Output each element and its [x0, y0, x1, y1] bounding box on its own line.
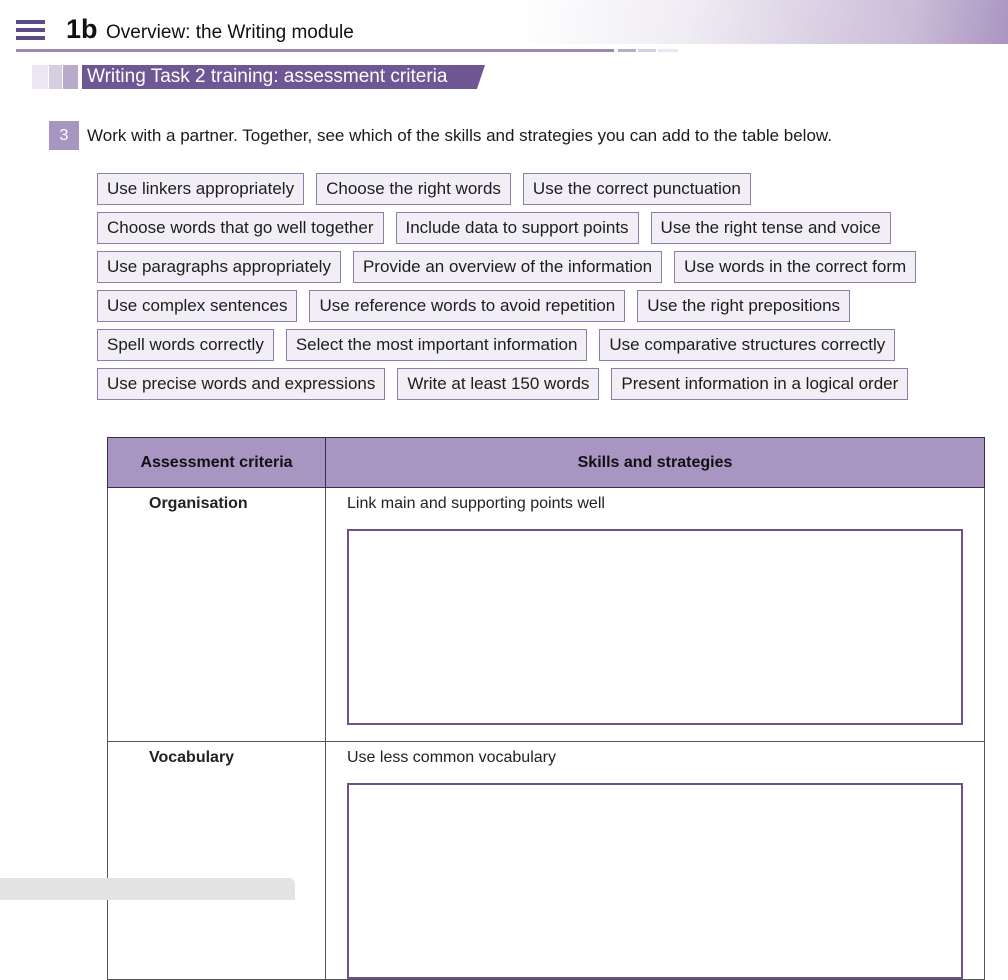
drop-zone-organisation[interactable] [347, 529, 963, 725]
unit-title: Overview: the Writing module [106, 22, 354, 43]
skills-cell: Link main and supporting points well [325, 487, 985, 742]
skill-chip[interactable]: Choose the right words [316, 173, 511, 205]
column-header-criteria: Assessment criteria [107, 437, 326, 488]
example-skill: Use less common vocabulary [347, 749, 556, 766]
drop-zone-vocabulary[interactable] [347, 783, 963, 979]
skill-chip[interactable]: Use linkers appropriately [97, 173, 305, 205]
skill-chip[interactable]: Use precise words and expressions [97, 368, 386, 400]
chip-row: Use complex sentences Use reference word… [97, 290, 851, 322]
header-rule [16, 49, 614, 52]
skill-chip[interactable]: Use reference words to avoid repetition [309, 290, 626, 322]
skill-chip[interactable]: Use the right prepositions [637, 290, 851, 322]
question-instruction: Work with a partner. Together, see which… [87, 126, 832, 145]
column-header-skills: Skills and strategies [325, 437, 985, 488]
table-header-row: Assessment criteria Skills and strategie… [107, 437, 985, 488]
header-rule-fade [618, 49, 636, 52]
table-row: Vocabulary Use less common vocabulary [107, 741, 985, 980]
skill-chip[interactable]: Include data to support points [395, 212, 639, 244]
section-title: Writing Task 2 training: assessment crit… [82, 65, 485, 89]
criterion-name: Organisation [149, 495, 248, 512]
skill-chip[interactable]: Use paragraphs appropriately [97, 251, 341, 283]
skill-chip[interactable]: Use words in the correct form [674, 251, 917, 283]
bottom-toolbar[interactable] [0, 878, 295, 900]
header-rule-fade [638, 49, 656, 52]
skill-chip[interactable]: Use the right tense and voice [650, 212, 891, 244]
skill-chip[interactable]: Write at least 150 words [397, 368, 600, 400]
skill-chip[interactable]: Use complex sentences [97, 290, 298, 322]
skill-chip[interactable]: Spell words correctly [97, 329, 274, 361]
table-row: Organisation Link main and supporting po… [107, 487, 985, 742]
skill-chip[interactable]: Present information in a logical order [611, 368, 909, 400]
chip-row: Use linkers appropriately Choose the rig… [97, 173, 751, 205]
skill-chip[interactable]: Provide an overview of the information [352, 251, 663, 283]
criterion-name: Vocabulary [149, 749, 235, 766]
chip-row: Choose words that go well together Inclu… [97, 212, 891, 244]
skills-cell: Use less common vocabulary [325, 741, 985, 980]
criterion-cell: Organisation [107, 487, 326, 742]
skill-chip[interactable]: Choose words that go well together [97, 212, 384, 244]
example-skill: Link main and supporting points well [347, 495, 605, 512]
unit-number: 1b [66, 14, 98, 44]
chip-row: Use paragraphs appropriately Provide an … [97, 251, 917, 283]
skill-chip[interactable]: Use the correct punctuation [522, 173, 751, 205]
skill-chip[interactable]: Select the most important information [285, 329, 588, 361]
skill-chip[interactable]: Use comparative structures correctly [599, 329, 896, 361]
chip-row: Spell words correctly Select the most im… [97, 329, 896, 361]
menu-icon[interactable] [16, 20, 45, 40]
header-decoration [520, 0, 1008, 44]
criterion-cell: Vocabulary [107, 741, 326, 980]
question-number: 3 [49, 121, 79, 150]
header-rule-fade [658, 49, 678, 52]
chip-row: Use precise words and expressions Write … [97, 368, 909, 400]
